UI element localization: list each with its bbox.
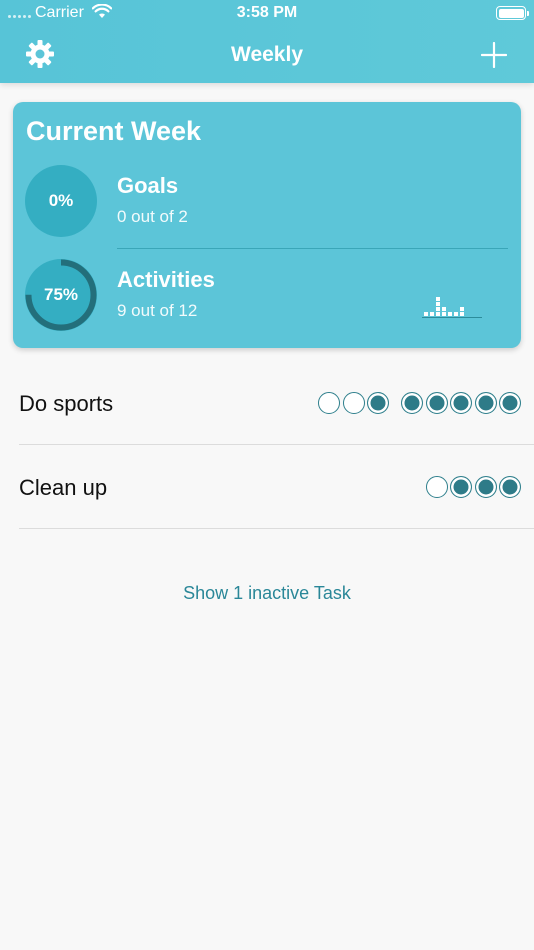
card-title: Current Week [26, 116, 202, 146]
mini-chart-cell [436, 312, 440, 316]
completed-occurrence-dot[interactable] [450, 476, 472, 498]
status-time: 3:58 PM [236, 4, 298, 21]
task-row[interactable]: Clean up [0, 446, 534, 530]
row-separator [19, 444, 534, 445]
pending-occurrence-dot[interactable] [342, 392, 365, 414]
activities-percent: 75% [43, 285, 79, 304]
mini-chart-cell [430, 312, 434, 316]
status-bar: Carrier 3:58 PM [0, 0, 534, 26]
activities-detail: 9 out of 12 [117, 301, 198, 320]
mini-chart-cell [436, 302, 440, 306]
mini-chart-cell [436, 307, 440, 311]
mini-chart-cell [424, 312, 428, 316]
mini-chart-cell [460, 312, 464, 316]
mini-chart-cell [454, 312, 458, 316]
row-separator [19, 528, 534, 529]
mini-chart-cell [436, 297, 440, 301]
completed-occurrence-dot[interactable] [474, 476, 497, 498]
mini-chart-cell [448, 312, 452, 316]
completed-occurrence-dot[interactable] [425, 392, 448, 414]
task-row[interactable]: Do sports [0, 362, 534, 446]
mini-chart-cell [442, 307, 446, 311]
goals-percent: 0% [48, 191, 74, 210]
goals-detail: 0 out of 2 [117, 207, 188, 226]
top-bar: Carrier 3:58 PM Weekly [0, 0, 534, 83]
task-name: Do sports [19, 391, 114, 416]
completed-occurrence-dot[interactable] [499, 476, 521, 498]
completed-occurrence-dot[interactable] [474, 392, 497, 414]
mini-chart-cell [442, 312, 446, 316]
pending-occurrence-dot[interactable] [425, 476, 448, 498]
goals-label: Goals [117, 173, 179, 198]
completed-occurrence-dot[interactable] [367, 392, 389, 414]
weekly-activity-mini-chart [422, 297, 482, 318]
completed-occurrence-dot[interactable] [450, 392, 472, 414]
card-divider [117, 248, 508, 249]
current-week-card[interactable]: Current Week 0% Goals 0 out of 2 75% Act… [13, 102, 521, 348]
goals-progress-ring: 0% [25, 165, 97, 237]
completed-occurrence-dot[interactable] [401, 392, 423, 414]
completed-occurrence-dot[interactable] [499, 392, 521, 414]
activities-progress-ring: 75% [25, 259, 97, 331]
task-name: Clean up [19, 475, 108, 500]
mini-chart-baseline [422, 317, 482, 318]
nav-title: Weekly [231, 43, 303, 66]
activities-label: Activities [117, 267, 215, 292]
pending-occurrence-dot[interactable] [318, 392, 340, 414]
show-inactive-tasks-button[interactable]: Show 1 inactive Task [0, 583, 534, 604]
battery-icon [496, 6, 529, 20]
plus-icon[interactable] [481, 42, 507, 68]
mini-chart-cell [460, 307, 464, 311]
